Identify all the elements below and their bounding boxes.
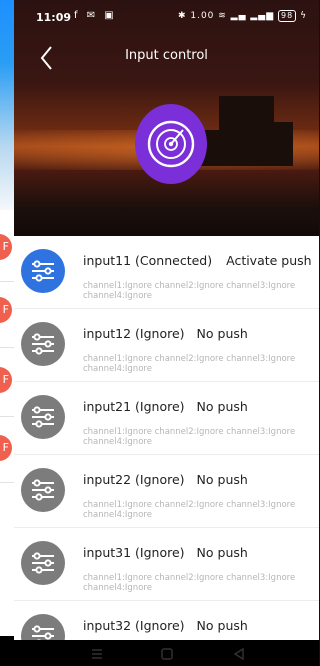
notification-icons: f ✉ ▣ xyxy=(74,10,117,21)
home-nav-button[interactable] xyxy=(160,646,174,660)
radar-graphic xyxy=(147,120,195,168)
input-settings-icon xyxy=(21,249,65,293)
channel-summary: channel1:Ignore channel2:Ignore channel3… xyxy=(83,500,296,520)
input-title: input31 (Ignore) xyxy=(83,545,185,560)
input-row[interactable]: input12 (Ignore) No push channel1:Ignore … xyxy=(14,309,319,382)
channel-summary: channel1:Ignore channel2:Ignore channel3… xyxy=(83,427,296,447)
input-title: input21 (Ignore) xyxy=(83,399,185,414)
input-row[interactable]: input11 (Connected) Activate push channel… xyxy=(14,236,319,309)
push-status: No push xyxy=(196,618,248,633)
peek-divider xyxy=(0,281,14,282)
input-name: input11 (Connected) Activate push xyxy=(83,253,312,268)
input-control-screen: 11:09 f ✉ ▣ ✱ 1.00 ≋ ▂▄ ▂▄▆ 98 ϟ Input c… xyxy=(14,0,319,666)
peek-toggle-pill[interactable]: F xyxy=(0,297,12,323)
header-background: 11:09 f ✉ ▣ ✱ 1.00 ≋ ▂▄ ▂▄▆ 98 ϟ Input c… xyxy=(14,0,319,236)
channel-summary: channel1:Ignore channel2:Ignore channel3… xyxy=(83,281,296,301)
input-name: input22 (Ignore) No push xyxy=(83,472,248,487)
channel-summary: channel1:Ignore channel2:Ignore channel3… xyxy=(83,354,296,374)
input-settings-icon xyxy=(21,395,65,439)
input-row[interactable]: input31 (Ignore) No push channel1:Ignore … xyxy=(14,528,319,601)
peek-toggle-pill[interactable]: F xyxy=(0,367,12,393)
input-name: input31 (Ignore) No push xyxy=(83,545,248,560)
peek-divider xyxy=(0,482,14,483)
input-row[interactable]: input32 (Ignore) No push xyxy=(14,601,319,640)
back-nav-button[interactable] xyxy=(232,646,246,661)
input-settings-icon xyxy=(21,614,65,640)
battery-icon: 98 xyxy=(278,10,297,22)
triangle-back-icon xyxy=(233,647,244,661)
previous-screen-peek: F F F F xyxy=(0,0,14,666)
peek-divider xyxy=(0,416,14,417)
peek-toggle-pill[interactable]: F xyxy=(0,435,12,461)
push-status: No push xyxy=(196,326,248,341)
input-settings-icon xyxy=(21,541,65,585)
input-settings-icon xyxy=(21,322,65,366)
input-row[interactable]: input22 (Ignore) No push channel1:Ignore … xyxy=(14,455,319,528)
push-status: Activate push xyxy=(226,253,312,268)
peek-navbar xyxy=(0,636,14,666)
system-status-icons: ✱ 1.00 ≋ ▂▄ ▂▄▆ 98 ϟ xyxy=(178,10,307,22)
radar-icon xyxy=(135,104,207,184)
menu-nav-button[interactable] xyxy=(90,646,104,660)
building-silhouette xyxy=(219,96,274,166)
page-title: Input control xyxy=(125,48,208,63)
peek-toggle-pill[interactable]: F xyxy=(0,234,12,260)
status-time: 11:09 xyxy=(36,11,72,24)
input-title: input11 (Connected) xyxy=(83,253,213,268)
input-title: input12 (Ignore) xyxy=(83,326,185,341)
input-title: input32 (Ignore) xyxy=(83,618,185,633)
input-name: input21 (Ignore) No push xyxy=(83,399,248,414)
input-name: input12 (Ignore) No push xyxy=(83,326,248,341)
push-status: No push xyxy=(196,545,248,560)
signal-icons: ✱ 1.00 ≋ ▂▄ ▂▄▆ xyxy=(177,11,275,21)
input-title: input22 (Ignore) xyxy=(83,472,185,487)
peek-header-image xyxy=(0,0,14,210)
building-silhouette xyxy=(269,122,293,166)
channel-summary: channel1:Ignore channel2:Ignore channel3… xyxy=(83,573,296,593)
push-status: No push xyxy=(196,399,248,414)
menu-icon xyxy=(92,649,102,659)
charging-icon: ϟ xyxy=(300,11,307,21)
status-bar: 11:09 f ✉ ▣ ✱ 1.00 ≋ ▂▄ ▂▄▆ 98 ϟ xyxy=(14,0,319,34)
system-navigation-bar xyxy=(14,640,319,666)
home-icon xyxy=(161,648,173,660)
input-name: input32 (Ignore) No push xyxy=(83,618,248,633)
input-settings-icon xyxy=(21,468,65,512)
peek-divider xyxy=(0,347,14,348)
input-list: input11 (Connected) Activate push channel… xyxy=(14,236,319,640)
push-status: No push xyxy=(196,472,248,487)
input-row[interactable]: input21 (Ignore) No push channel1:Ignore … xyxy=(14,382,319,455)
